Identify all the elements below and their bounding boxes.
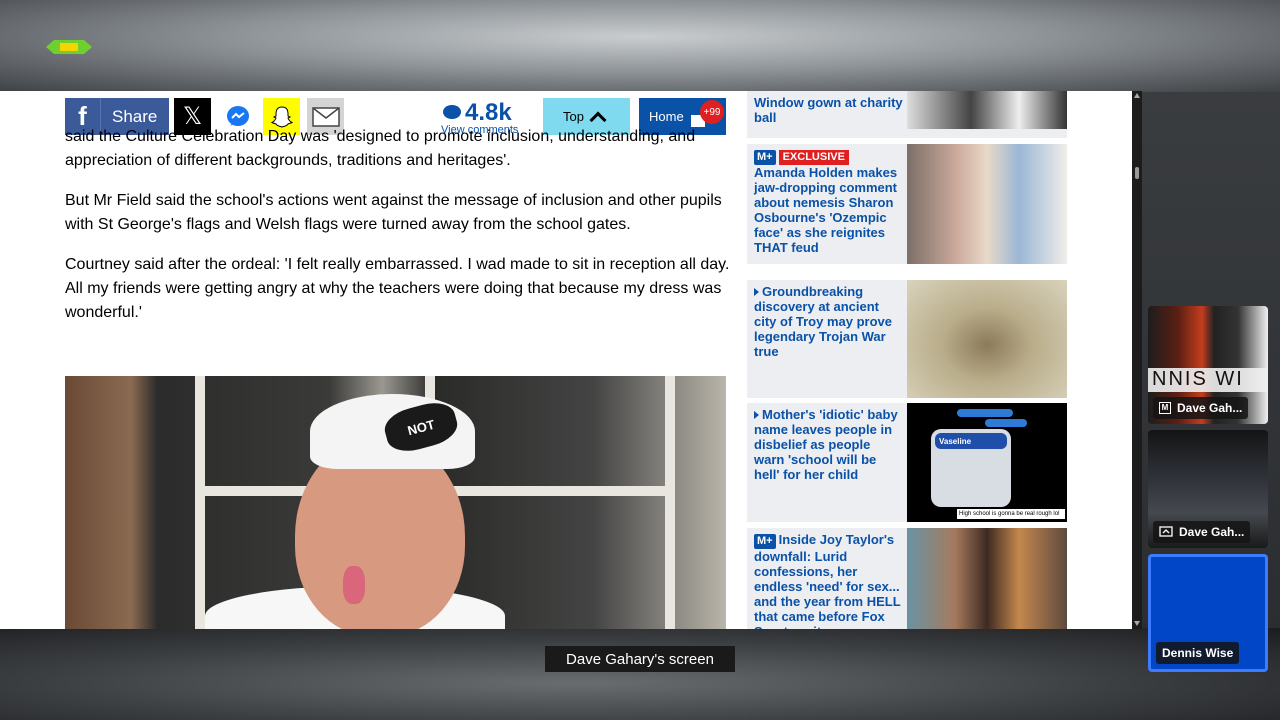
scroll-up-icon[interactable] bbox=[1134, 93, 1140, 98]
sidebar-story[interactable]: M+ Inside Joy Taylor's downfall: Lurid co… bbox=[747, 528, 1067, 629]
share-screen-icon bbox=[1159, 526, 1173, 537]
photo-tongue bbox=[343, 566, 365, 604]
participant-name: Dennis Wise bbox=[1156, 642, 1240, 664]
participant-name: Dave Gah... bbox=[1153, 521, 1251, 543]
arrow-right-icon bbox=[754, 288, 759, 296]
story-thumbnail bbox=[907, 91, 1067, 129]
mail-plus-badge: M+ bbox=[754, 534, 776, 549]
participant-name-text: Dave Gah... bbox=[1177, 401, 1243, 415]
sidebar-story[interactable]: Groundbreaking discovery at ancient city… bbox=[747, 280, 1067, 398]
story-text: M+ Inside Joy Taylor's downfall: Lurid co… bbox=[754, 532, 904, 629]
shared-screen: f Share 𝕏 4.8k View comments Top Home +9… bbox=[0, 91, 1142, 629]
notification-badge: +99 bbox=[700, 100, 724, 124]
story-title: Window gown at charity ball bbox=[754, 95, 903, 125]
story-text: M+ EXCLUSIVE Amanda Holden makes jaw-drop… bbox=[754, 148, 904, 255]
story-title: Groundbreaking discovery at ancient city… bbox=[754, 284, 892, 359]
jar-label: Vaseline bbox=[935, 433, 1007, 449]
story-text: Groundbreaking discovery at ancient city… bbox=[754, 284, 904, 359]
mail-plus-badge: M+ bbox=[754, 150, 776, 165]
story-thumbnail bbox=[907, 280, 1067, 398]
story-thumbnail bbox=[907, 144, 1067, 264]
story-title: Amanda Holden makes jaw-dropping comment… bbox=[754, 165, 898, 255]
tile-watermark: NNIS WI bbox=[1148, 368, 1268, 392]
story-thumbnail: Vaseline High school is gonna be real ro… bbox=[907, 403, 1067, 522]
story-thumbnail bbox=[907, 528, 1067, 629]
scrollbar[interactable] bbox=[1132, 91, 1142, 629]
scroll-thumb[interactable] bbox=[1135, 167, 1139, 179]
background-blur-bottom bbox=[0, 628, 1280, 720]
article-paragraph: said the Culture Celebration Day was 'de… bbox=[65, 128, 696, 169]
participant-tile-active[interactable]: Dennis Wise bbox=[1148, 554, 1268, 672]
background-blur-top bbox=[0, 0, 1280, 92]
comments-count: 4.8k bbox=[465, 99, 512, 126]
top-label: Top bbox=[563, 109, 584, 124]
participant-name: M Dave Gah... bbox=[1153, 397, 1249, 419]
m-icon: M bbox=[1159, 402, 1171, 414]
scroll-down-icon[interactable] bbox=[1134, 621, 1140, 626]
participant-tile[interactable]: NNIS WI M Dave Gah... bbox=[1148, 306, 1268, 424]
article-photo[interactable]: NOT bbox=[65, 376, 726, 629]
app-logo-icon bbox=[46, 40, 92, 54]
chat-bubble bbox=[985, 419, 1027, 427]
story-title: Inside Joy Taylor's downfall: Lurid conf… bbox=[754, 532, 901, 629]
article-body: said the Culture Celebration Day was 'de… bbox=[65, 128, 730, 341]
sidebar-story[interactable]: Mother's 'idiotic' baby name leaves peop… bbox=[747, 403, 1067, 522]
image-caption: High school is gonna be real rough lol bbox=[957, 509, 1065, 519]
share-label: Share bbox=[112, 106, 158, 126]
envelope-icon bbox=[311, 106, 340, 127]
participant-name-text: Dave Gah... bbox=[1179, 525, 1245, 539]
story-title: Mother's 'idiotic' baby name leaves peop… bbox=[754, 407, 898, 482]
comment-bubble-icon bbox=[443, 105, 461, 119]
sidebar: Window gown at charity ball M+ EXCLUSIVE … bbox=[747, 91, 1067, 629]
story-text: Mother's 'idiotic' baby name leaves peop… bbox=[754, 407, 904, 482]
vaseline-jar: Vaseline bbox=[931, 429, 1011, 507]
arrow-right-icon bbox=[754, 411, 759, 419]
home-label: Home bbox=[649, 109, 684, 124]
sidebar-story[interactable]: Window gown at charity ball bbox=[747, 91, 1067, 138]
article-paragraph: Courtney said after the ordeal: 'I felt … bbox=[65, 256, 730, 321]
chat-bubble bbox=[957, 409, 1013, 417]
sidebar-story[interactable]: M+ EXCLUSIVE Amanda Holden makes jaw-drop… bbox=[747, 144, 1067, 264]
screen-share-caption: Dave Gahary's screen bbox=[545, 646, 735, 672]
article-paragraph: But Mr Field said the school's actions w… bbox=[65, 192, 722, 233]
exclusive-badge: EXCLUSIVE bbox=[778, 150, 849, 165]
participant-tile[interactable]: Dave Gah... bbox=[1148, 430, 1268, 548]
